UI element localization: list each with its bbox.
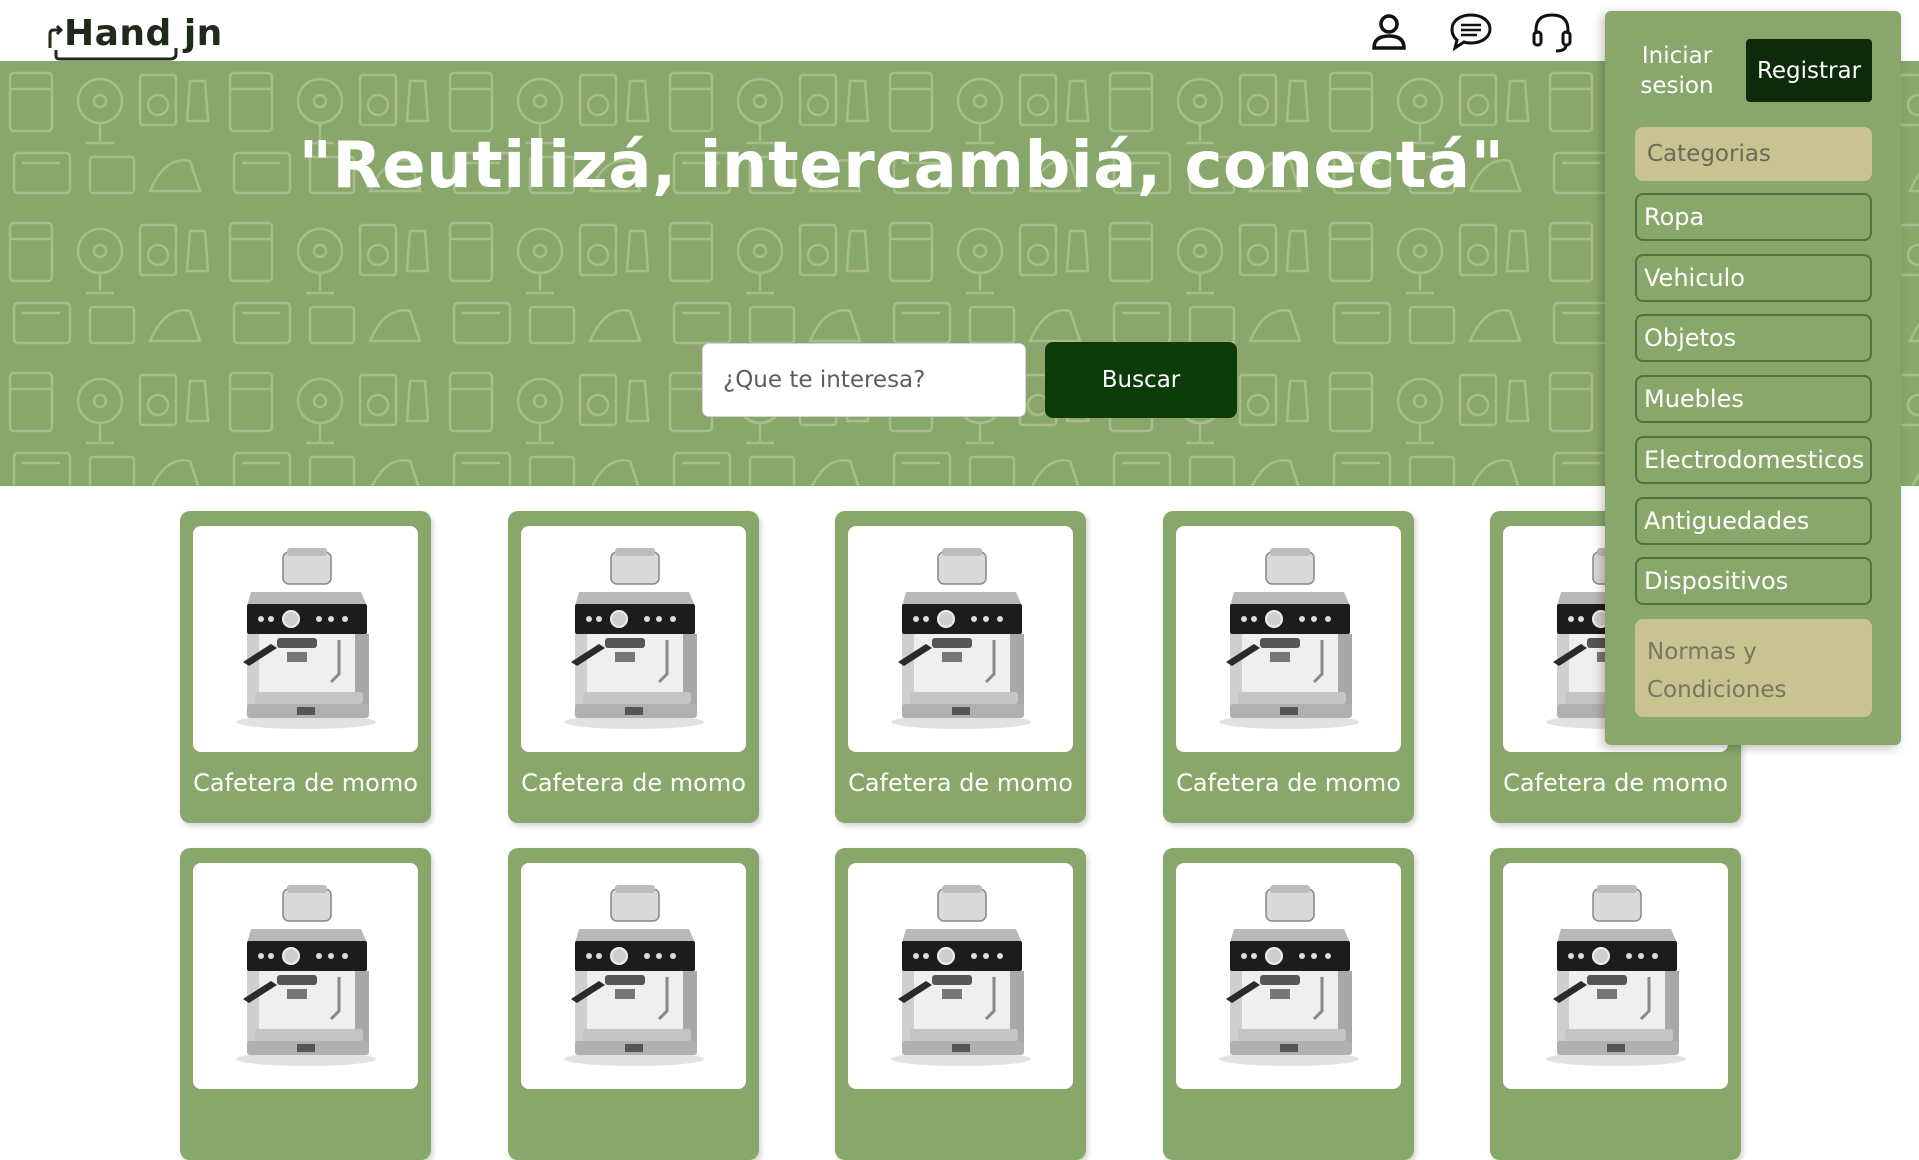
logo-arrow-icon — [48, 24, 64, 48]
slogan-text: "Reutilizá, intercambiá, conectá" — [298, 129, 1505, 203]
register-button[interactable]: Registrar — [1746, 39, 1872, 102]
category-item[interactable]: Dispositivos — [1635, 557, 1872, 605]
logo-underline-icon — [54, 48, 178, 61]
product-card[interactable] — [508, 848, 759, 1160]
product-title[interactable]: Cafetera de momo — [508, 769, 759, 797]
headset-icon[interactable] — [1530, 10, 1574, 54]
category-item[interactable]: Muebles — [1635, 375, 1872, 423]
product-card[interactable] — [180, 848, 431, 1160]
category-item[interactable]: Vehiculo — [1635, 254, 1872, 302]
product-image[interactable] — [1503, 863, 1728, 1089]
product-title[interactable]: Cafetera de momo — [180, 769, 431, 797]
product-card[interactable]: Cafetera de momo — [835, 511, 1086, 823]
product-image[interactable] — [521, 863, 746, 1089]
product-image[interactable] — [1176, 526, 1401, 752]
product-card[interactable] — [1163, 848, 1414, 1160]
product-image[interactable] — [521, 526, 746, 752]
logo[interactable]: Hand jn — [48, 10, 223, 61]
product-title[interactable]: Cafetera de momo — [1163, 769, 1414, 797]
product-image[interactable] — [848, 863, 1073, 1089]
product-title[interactable]: Cafetera de momo — [835, 769, 1086, 797]
category-item[interactable]: Ropa — [1635, 193, 1872, 241]
product-card[interactable] — [1490, 848, 1741, 1160]
user-icon[interactable] — [1367, 10, 1411, 54]
product-image[interactable] — [193, 526, 418, 752]
terms-link[interactable]: Normas y Condiciones — [1635, 619, 1872, 717]
category-item[interactable]: Objetos — [1635, 314, 1872, 362]
product-card[interactable]: Cafetera de momo — [508, 511, 759, 823]
product-title[interactable]: Cafetera de momo — [1490, 769, 1741, 797]
product-image[interactable] — [1176, 863, 1401, 1089]
category-item[interactable]: Antiguedades — [1635, 497, 1872, 545]
search-input[interactable] — [702, 343, 1026, 417]
sidebar-menu: Iniciar sesion Registrar Categorias Ropa… — [1605, 11, 1901, 745]
search-button[interactable]: Buscar — [1045, 342, 1237, 418]
login-link[interactable]: Iniciar sesion — [1625, 41, 1729, 101]
product-image[interactable] — [848, 526, 1073, 752]
chat-icon[interactable] — [1449, 10, 1493, 54]
product-card[interactable] — [835, 848, 1086, 1160]
product-card[interactable]: Cafetera de momo — [180, 511, 431, 823]
product-card[interactable]: Cafetera de momo — [1163, 511, 1414, 823]
product-image[interactable] — [193, 863, 418, 1089]
category-item[interactable]: Electrodomesticos — [1635, 436, 1872, 484]
categories-header: Categorias — [1635, 127, 1872, 181]
